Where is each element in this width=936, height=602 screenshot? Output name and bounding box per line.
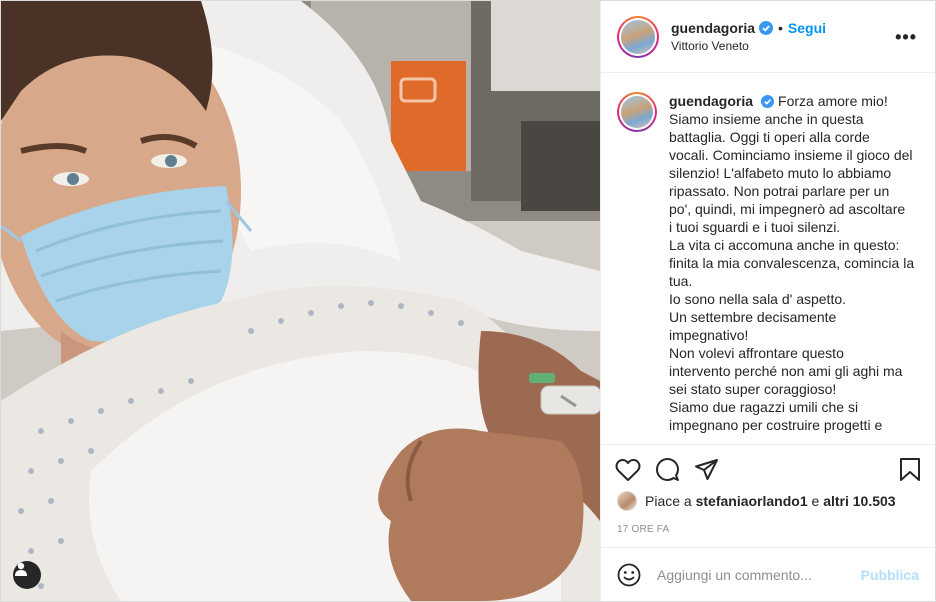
- caption-line: ripassato. Non potrai parlare per un: [669, 183, 890, 199]
- caption-username[interactable]: guendagoria: [669, 93, 753, 109]
- likes-others-link[interactable]: altri 10.503: [823, 493, 895, 509]
- caption-line: Non volevi affrontare questo: [669, 345, 844, 361]
- caption-line: vocali. Cominciamo insieme il gioco del: [669, 147, 913, 163]
- caption-line: Un settembre decisamente: [669, 309, 837, 325]
- caption-line: Siamo due ragazzi umili che si: [669, 399, 859, 415]
- likes-middle: e: [811, 493, 820, 509]
- caption-line: Io sono nella sala d' aspetto.: [669, 291, 847, 307]
- separator-dot: •: [778, 19, 783, 36]
- post-location[interactable]: Vittorio Veneto: [671, 37, 826, 55]
- post-actions: [601, 444, 935, 494]
- post-photo[interactable]: [1, 1, 600, 601]
- comment-input[interactable]: [657, 566, 861, 583]
- instagram-post: guendagoria • Segui Vittorio Veneto ••• …: [0, 0, 936, 602]
- more-options-icon[interactable]: •••: [895, 27, 917, 48]
- post-timestamp[interactable]: 17 ORE FA: [617, 524, 669, 535]
- caption-line: silenzio! L'alfabeto muto lo abbiamo: [669, 165, 892, 181]
- paper-plane-icon[interactable]: [694, 458, 719, 482]
- author-avatar[interactable]: [617, 15, 659, 58]
- caption-text: guendagoria Forza amore mio! Siamo insiem…: [669, 92, 919, 434]
- caption-line: battaglia. Oggi ti operi alla corde: [669, 129, 870, 145]
- caption-line: sei stato super coraggioso!: [669, 381, 837, 397]
- caption: guendagoria Forza amore mio! Siamo insiem…: [617, 92, 919, 434]
- caption-avatar[interactable]: [617, 92, 657, 132]
- liker-username[interactable]: stefaniaorlando1: [696, 493, 808, 509]
- follow-button[interactable]: Segui: [788, 19, 826, 37]
- publish-button[interactable]: Pubblica: [861, 567, 919, 583]
- caption-line: impegnano per costruire progetti e: [669, 417, 883, 433]
- hospital-selfie-image: [1, 1, 600, 601]
- smiley-icon[interactable]: [617, 563, 641, 587]
- caption-line: tua.: [669, 273, 693, 289]
- caption-line: Forza amore mio!: [778, 93, 888, 109]
- add-comment-bar: Pubblica: [601, 547, 935, 601]
- likes-summary: Piace a stefaniaorlando1 e altri 10.503: [617, 491, 896, 511]
- caption-line: finita la mia convalescenza, comincia la: [669, 255, 915, 271]
- bookmark-icon[interactable]: [899, 457, 921, 482]
- user-tag-icon[interactable]: [13, 561, 41, 589]
- heart-icon[interactable]: [615, 458, 641, 482]
- caption-line: intervento perché non ami gli aghi ma: [669, 363, 903, 379]
- post-header: guendagoria • Segui Vittorio Veneto •••: [601, 1, 935, 73]
- caption-line: po', quindi, mi impegnerò ad ascoltare: [669, 201, 906, 217]
- liker-avatar[interactable]: [617, 491, 637, 511]
- caption-line: impegnativo!: [669, 327, 749, 343]
- caption-line: Siamo insieme anche in questa: [669, 111, 864, 127]
- verified-badge-icon: [759, 20, 774, 35]
- verified-badge-icon: [761, 95, 775, 108]
- post-sidebar: guendagoria • Segui Vittorio Veneto ••• …: [600, 1, 935, 601]
- likes-prefix: Piace a: [645, 493, 692, 509]
- caption-line: i tuoi sguardi e i tuoi silenzi.: [669, 219, 841, 235]
- author-username[interactable]: guendagoria: [671, 19, 755, 37]
- comment-bubble-icon[interactable]: [655, 457, 680, 482]
- comments-section: guendagoria Forza amore mio! Siamo insiem…: [601, 74, 935, 444]
- caption-line: La vita ci accomuna anche in questo:: [669, 237, 900, 253]
